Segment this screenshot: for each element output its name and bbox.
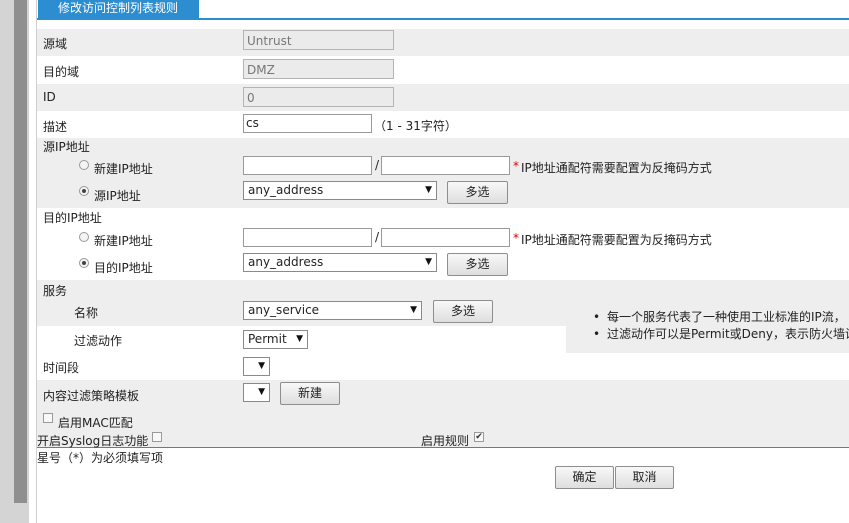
- enable-rule-label: 启用规则: [421, 434, 470, 448]
- description-hint: （1 - 31字符）: [374, 119, 457, 133]
- source-zone-field: Untrust: [243, 30, 394, 50]
- dest-ip-section: 目的IP地址 新建IP地址 / * IP地址通配符需要配置为反掩码方式 目的IP…: [37, 208, 849, 280]
- source-ip-select[interactable]: any_address ▼: [243, 181, 437, 200]
- dest-ip-slash: /: [375, 230, 380, 244]
- filter-action-value: Permit: [248, 332, 287, 346]
- service-notes: 每一个服务代表了一种使用工业标准的IP流， 过滤动作可以是Permit或Deny…: [591, 309, 849, 343]
- service-section-label: 服务: [43, 284, 68, 298]
- source-ip-existing-label: 源IP地址: [94, 189, 141, 203]
- id-row: ID 0: [37, 84, 849, 111]
- sidebar-scrollbar[interactable]: [14, 0, 27, 503]
- content-filter-row: 内容过滤策略模板 ▼ 新建: [37, 380, 849, 409]
- cancel-button[interactable]: 取消: [615, 466, 674, 489]
- dest-ip-select[interactable]: any_address ▼: [243, 253, 437, 272]
- id-field: 0: [243, 87, 394, 107]
- id-label: ID: [43, 90, 56, 104]
- required-note: 星号（*）为必须填写项: [37, 451, 164, 465]
- description-label: 描述: [43, 120, 68, 134]
- description-row: 描述 cs （1 - 31字符）: [37, 111, 849, 138]
- source-zone-label: 源域: [43, 37, 68, 51]
- service-note-item: 过滤动作可以是Permit或Deny，表示防火墙设: [591, 326, 849, 343]
- dest-zone-row: 目的域 DMZ: [37, 56, 849, 84]
- service-select[interactable]: any_service ▼: [243, 301, 422, 320]
- dest-ip-new-radio[interactable]: [79, 232, 89, 242]
- source-ip-select-value: any_address: [248, 183, 324, 197]
- dest-ip-new-label: 新建IP地址: [94, 234, 153, 248]
- syslog-label: 开启Syslog日志功能: [37, 434, 149, 448]
- dest-ip-existing-label: 目的IP地址: [94, 261, 153, 275]
- mac-match-checkbox[interactable]: [43, 413, 53, 423]
- content-filter-label: 内容过滤策略模板: [43, 389, 140, 403]
- time-range-select[interactable]: ▼: [243, 357, 270, 376]
- enable-rule-checkbox[interactable]: ✔: [474, 432, 484, 442]
- filter-action-select[interactable]: Permit ▼: [243, 330, 308, 349]
- dropdown-arrow-icon: ▼: [258, 387, 265, 397]
- content-filter-new-button[interactable]: 新建: [280, 382, 340, 405]
- dest-ip-section-label: 目的IP地址: [43, 211, 102, 225]
- acl-rule-panel: 修改访问控制列表规则 源域 Untrust 目的域 DMZ ID 0 描述 cs…: [36, 0, 849, 523]
- service-note-item: 每一个服务代表了一种使用工业标准的IP流，: [591, 309, 849, 326]
- filter-action-label: 过滤动作: [74, 334, 123, 348]
- tab-bar: 修改访问控制列表规则: [37, 0, 849, 20]
- ok-button[interactable]: 确定: [555, 466, 614, 489]
- dropdown-arrow-icon: ▼: [425, 185, 432, 195]
- dest-ip-address-input[interactable]: [243, 228, 372, 247]
- description-input[interactable]: cs: [243, 114, 372, 133]
- source-ip-multi-select-button[interactable]: 多选: [447, 181, 508, 204]
- check-icon: ✔: [475, 432, 483, 442]
- tab-edit-acl-rule[interactable]: 修改访问控制列表规则: [38, 0, 199, 18]
- dest-ip-existing-radio[interactable]: [79, 258, 89, 268]
- dropdown-arrow-icon: ▼: [296, 334, 303, 344]
- dropdown-arrow-icon: ▼: [258, 361, 265, 371]
- source-ip-existing-radio[interactable]: [79, 186, 89, 196]
- source-ip-wildcard-input[interactable]: [381, 156, 510, 175]
- dest-zone-label: 目的域: [43, 65, 80, 79]
- dest-ip-hint: IP地址通配符需要配置为反掩码方式: [521, 233, 712, 247]
- source-ip-hint: IP地址通配符需要配置为反掩码方式: [521, 161, 712, 175]
- dest-ip-wildcard-input[interactable]: [381, 228, 510, 247]
- dest-ip-required-star: *: [513, 231, 519, 245]
- mac-match-row: 启用MAC匹配: [37, 409, 849, 430]
- syslog-row: 开启Syslog日志功能 启用规则 ✔: [37, 428, 849, 448]
- source-ip-required-star: *: [513, 159, 519, 173]
- dest-ip-select-value: any_address: [248, 255, 324, 269]
- source-ip-new-label: 新建IP地址: [94, 162, 153, 176]
- service-name-label: 名称: [74, 306, 99, 320]
- source-ip-address-input[interactable]: [243, 156, 372, 175]
- source-ip-slash: /: [375, 158, 380, 172]
- service-multi-select-button[interactable]: 多选: [433, 300, 493, 323]
- dest-ip-multi-select-button[interactable]: 多选: [447, 253, 508, 276]
- service-select-value: any_service: [248, 303, 320, 317]
- dropdown-arrow-icon: ▼: [410, 305, 417, 315]
- source-ip-section-label: 源IP地址: [43, 140, 90, 154]
- syslog-checkbox[interactable]: [152, 432, 162, 442]
- dest-zone-field: DMZ: [243, 59, 394, 79]
- source-ip-section: 源IP地址 新建IP地址 / * IP地址通配符需要配置为反掩码方式 源IP地址…: [37, 138, 849, 208]
- source-ip-new-radio[interactable]: [79, 160, 89, 170]
- time-range-label: 时间段: [43, 361, 80, 375]
- time-range-row: 时间段 ▼: [37, 353, 849, 380]
- source-zone-row: 源域 Untrust: [37, 29, 849, 56]
- content-filter-select[interactable]: ▼: [243, 383, 270, 402]
- filter-action-row: 过滤动作 Permit ▼: [37, 326, 566, 353]
- dropdown-arrow-icon: ▼: [425, 257, 432, 267]
